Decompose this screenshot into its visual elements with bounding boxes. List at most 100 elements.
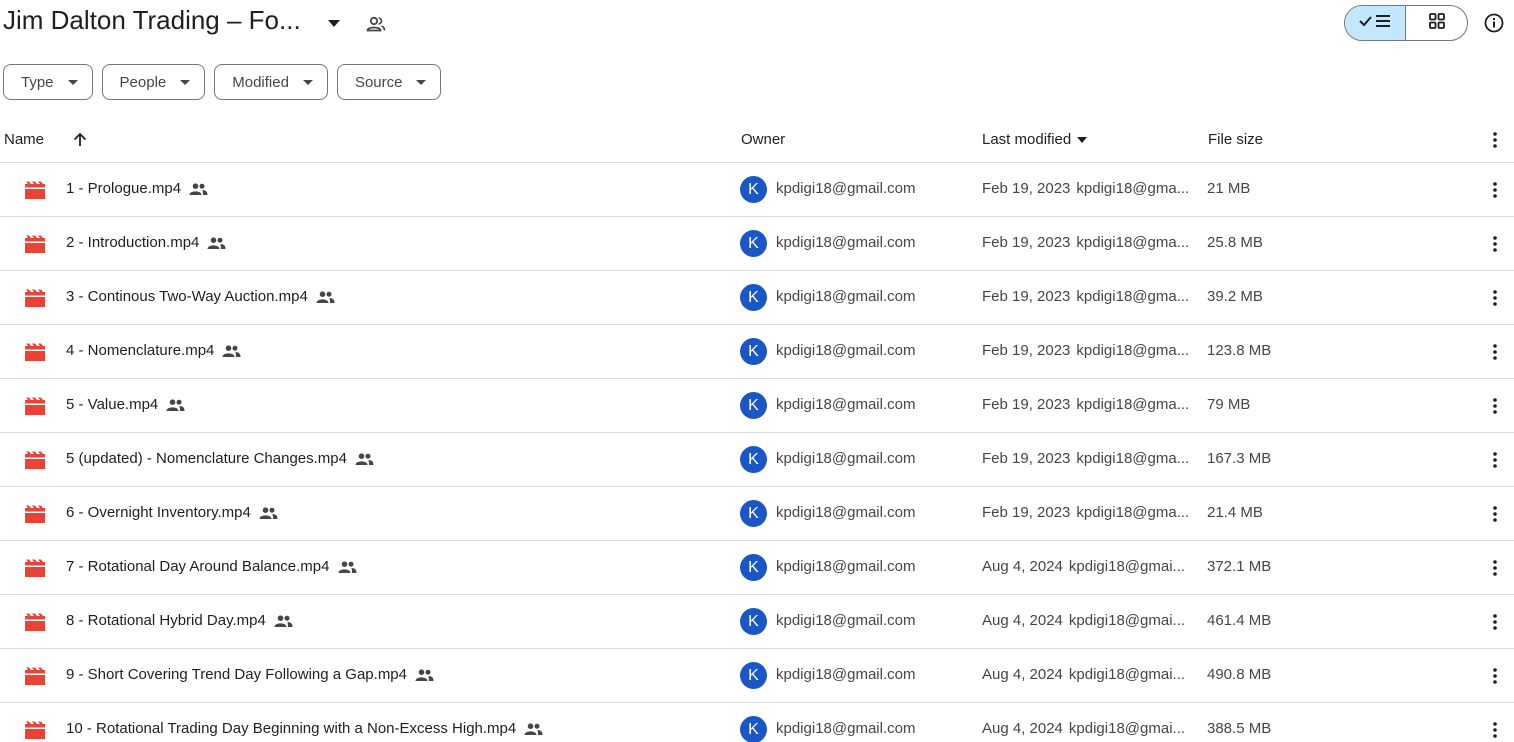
file-name-cell: 10 - Rotational Trading Day Beginning wi… [66, 720, 544, 737]
avatar[interactable]: K [740, 338, 767, 365]
avatar[interactable]: K [740, 608, 767, 635]
modified-by: kpdigi18@gma... [1076, 342, 1190, 359]
more-vert-icon[interactable] [1483, 610, 1507, 634]
more-vert-icon[interactable] [1483, 556, 1507, 580]
arrow-drop-down-icon[interactable] [324, 13, 344, 33]
column-header-name[interactable]: Name [4, 131, 44, 148]
list-view-button[interactable] [1345, 6, 1407, 40]
owner-email: kpdigi18@gmail.com [776, 612, 916, 629]
video-file-icon [25, 559, 45, 577]
table-row[interactable]: 8 - Rotational Hybrid Day.mp4 K kpdigi18… [0, 595, 1514, 649]
file-name-cell: 6 - Overnight Inventory.mp4 [66, 504, 279, 521]
file-name-cell: 5 (updated) - Nomenclature Changes.mp4 [66, 450, 375, 467]
file-name-cell: 7 - Rotational Day Around Balance.mp4 [66, 558, 358, 575]
file-name-cell: 2 - Introduction.mp4 [66, 234, 227, 251]
filter-bar: Type People Modified Source [3, 64, 450, 100]
video-file-icon [25, 181, 45, 199]
avatar[interactable]: K [740, 284, 767, 311]
avatar[interactable]: K [740, 662, 767, 689]
filter-source-chip[interactable]: Source [336, 64, 442, 100]
file-size: 79 MB [1207, 396, 1251, 413]
modified-date: Aug 4, 2024 [982, 666, 1063, 683]
avatar[interactable]: K [740, 716, 767, 742]
table-header: Name Owner Last modified File size [0, 118, 1514, 163]
last-modified-cell: Aug 4, 2024 kpdigi18@gmai... [982, 666, 1185, 683]
file-size: 39.2 MB [1207, 288, 1263, 305]
file-name-cell: 5 - Value.mp4 [66, 396, 186, 413]
avatar[interactable]: K [740, 500, 767, 527]
owner-email: kpdigi18@gmail.com [776, 720, 916, 737]
avatar[interactable]: K [740, 176, 767, 203]
table-row[interactable]: 10 - Rotational Trading Day Beginning wi… [0, 703, 1514, 742]
folder-title[interactable]: Jim Dalton Trading – Fo... [3, 5, 301, 36]
grid-view-button[interactable] [1406, 6, 1467, 40]
table-row[interactable]: 4 - Nomenclature.mp4 K kpdigi18@gmail.co… [0, 325, 1514, 379]
info-icon[interactable] [1482, 11, 1506, 35]
shared-people-icon [166, 397, 186, 413]
last-modified-cell: Aug 4, 2024 kpdigi18@gmai... [982, 612, 1185, 629]
modified-by: kpdigi18@gma... [1076, 288, 1190, 305]
table-row[interactable]: 6 - Overnight Inventory.mp4 K kpdigi18@g… [0, 487, 1514, 541]
file-name: 8 - Rotational Hybrid Day.mp4 [66, 612, 266, 629]
more-vert-icon[interactable] [1483, 340, 1507, 364]
arrow-drop-down-icon [1077, 136, 1088, 143]
more-vert-icon[interactable] [1483, 718, 1507, 742]
column-header-owner[interactable]: Owner [741, 131, 785, 148]
more-vert-icon[interactable] [1483, 394, 1507, 418]
table-row[interactable]: 2 - Introduction.mp4 K kpdigi18@gmail.co… [0, 217, 1514, 271]
more-vert-icon[interactable] [1483, 178, 1507, 202]
table-row[interactable]: 3 - Continous Two-Way Auction.mp4 K kpdi… [0, 271, 1514, 325]
last-modified-cell: Feb 19, 2023 kpdigi18@gma... [982, 450, 1189, 467]
column-header-file-size[interactable]: File size [1208, 131, 1263, 148]
owner-email: kpdigi18@gmail.com [776, 450, 916, 467]
owner-email: kpdigi18@gmail.com [776, 558, 916, 575]
more-vert-icon[interactable] [1483, 128, 1507, 152]
modified-date: Aug 4, 2024 [982, 612, 1063, 629]
drive-header: Jim Dalton Trading – Fo... [0, 0, 1514, 50]
filter-type-chip[interactable]: Type [3, 64, 93, 100]
people-outline-icon[interactable] [364, 12, 388, 36]
arrow-up-icon[interactable] [70, 129, 90, 149]
grid-icon [1428, 12, 1445, 34]
video-file-icon [25, 343, 45, 361]
column-header-label: Last modified [982, 131, 1072, 148]
filter-modified-chip[interactable]: Modified [214, 64, 328, 100]
column-header-last-modified[interactable]: Last modified [982, 131, 1088, 148]
modified-date: Feb 19, 2023 [982, 234, 1071, 251]
file-name: 2 - Introduction.mp4 [66, 234, 200, 251]
file-list: 1 - Prologue.mp4 K kpdigi18@gmail.com Fe… [0, 163, 1514, 742]
table-row[interactable]: 7 - Rotational Day Around Balance.mp4 K … [0, 541, 1514, 595]
modified-date: Feb 19, 2023 [982, 504, 1071, 521]
more-vert-icon[interactable] [1483, 502, 1507, 526]
modified-date: Feb 19, 2023 [982, 450, 1071, 467]
video-file-icon [25, 451, 45, 469]
owner-email: kpdigi18@gmail.com [776, 288, 916, 305]
more-vert-icon[interactable] [1483, 232, 1507, 256]
modified-date: Feb 19, 2023 [982, 342, 1071, 359]
owner-email: kpdigi18@gmail.com [776, 234, 916, 251]
file-name: 7 - Rotational Day Around Balance.mp4 [66, 558, 330, 575]
filter-people-chip[interactable]: People [101, 64, 206, 100]
table-row[interactable]: 1 - Prologue.mp4 K kpdigi18@gmail.com Fe… [0, 163, 1514, 217]
video-file-icon [25, 721, 45, 739]
avatar[interactable]: K [740, 446, 767, 473]
table-row[interactable]: 5 (updated) - Nomenclature Changes.mp4 K… [0, 433, 1514, 487]
chevron-down-icon [302, 79, 313, 85]
avatar[interactable]: K [740, 230, 767, 257]
table-row[interactable]: 9 - Short Covering Trend Day Following a… [0, 649, 1514, 703]
avatar[interactable]: K [740, 392, 767, 419]
last-modified-cell: Feb 19, 2023 kpdigi18@gma... [982, 288, 1189, 305]
shared-people-icon [415, 667, 435, 683]
file-name: 10 - Rotational Trading Day Beginning wi… [66, 720, 517, 737]
modified-date: Aug 4, 2024 [982, 720, 1063, 737]
file-size: 21 MB [1207, 180, 1251, 197]
avatar[interactable]: K [740, 554, 767, 581]
more-vert-icon[interactable] [1483, 286, 1507, 310]
modified-by: kpdigi18@gmai... [1068, 558, 1186, 575]
more-vert-icon[interactable] [1483, 448, 1507, 472]
modified-by: kpdigi18@gma... [1076, 234, 1190, 251]
table-row[interactable]: 5 - Value.mp4 K kpdigi18@gmail.com Feb 1… [0, 379, 1514, 433]
shared-people-icon [222, 343, 242, 359]
more-vert-icon[interactable] [1483, 664, 1507, 688]
file-size: 123.8 MB [1207, 342, 1272, 359]
